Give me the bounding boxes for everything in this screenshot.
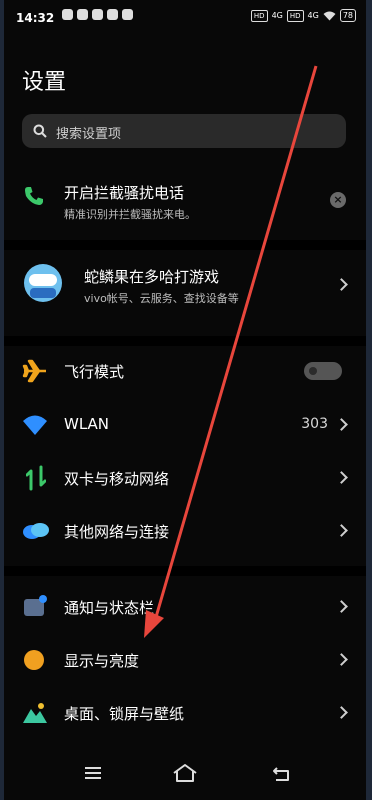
wlan-label: WLAN — [64, 415, 110, 433]
notifications-label: 通知与状态栏 — [64, 599, 155, 617]
chevron-right-icon — [335, 278, 348, 291]
back-icon[interactable] — [272, 766, 290, 782]
notification-bar-icon — [24, 595, 47, 616]
airplane-mode-row[interactable]: 飞行模式 — [4, 356, 366, 386]
battery-level: 78 — [339, 9, 356, 22]
notification-icon — [122, 9, 133, 20]
search-icon — [33, 124, 47, 138]
display-row[interactable]: 显示与亮度 — [4, 645, 366, 675]
wallpaper-label: 桌面、锁屏与壁纸 — [64, 705, 185, 723]
wlan-row[interactable]: WLAN 303 — [4, 410, 366, 440]
avatar-cloud — [29, 274, 57, 286]
phone-icon — [25, 187, 43, 205]
wallpaper-icon — [23, 703, 47, 723]
close-icon[interactable]: × — [330, 192, 346, 208]
notification-icon — [77, 9, 88, 20]
page-title: 设置 — [22, 70, 67, 95]
hd-badge: HD — [250, 9, 268, 22]
display-label: 显示与亮度 — [64, 652, 140, 670]
section-divider — [4, 240, 366, 250]
signal-4g-label: 4G — [271, 11, 283, 20]
promo-title: 开启拦截骚扰电话 — [64, 184, 185, 202]
navigation-bar — [4, 748, 366, 800]
mobile-data-icon — [26, 465, 46, 491]
dual-sim-row[interactable]: 双卡与移动网络 — [4, 463, 366, 493]
account-row[interactable]: 蛇鳞果在多哈打游戏 vivo帐号、云服务、查找设备等 — [4, 260, 366, 314]
other-network-label: 其他网络与连接 — [64, 523, 170, 541]
other-network-row[interactable]: 其他网络与连接 — [4, 516, 366, 546]
wifi-status-icon — [323, 11, 336, 20]
status-time: 14:32 — [16, 11, 55, 25]
hd-badge: HD — [286, 9, 304, 22]
airplane-mode-toggle[interactable] — [304, 362, 342, 380]
notification-icon — [62, 9, 73, 20]
notification-icon — [107, 9, 118, 20]
signal-4g-label: 4G — [307, 11, 319, 20]
home-icon[interactable] — [172, 763, 198, 783]
notification-icon — [92, 9, 103, 20]
chevron-right-icon — [335, 524, 348, 537]
airplane-mode-label: 飞行模式 — [64, 363, 125, 381]
chevron-right-icon — [335, 471, 348, 484]
chevron-right-icon — [335, 600, 348, 613]
brightness-icon — [24, 650, 44, 670]
connections-icon — [23, 523, 49, 539]
section-divider — [4, 566, 366, 576]
chevron-right-icon — [335, 418, 348, 431]
wallpaper-row[interactable]: 桌面、锁屏与壁纸 — [4, 698, 366, 728]
dual-sim-label: 双卡与移动网络 — [64, 470, 170, 488]
wifi-icon — [23, 415, 47, 435]
phone-screen: 14:32 HD 4G HD 4G 78 设置 搜索设置项 开启拦截骚扰电话 精… — [4, 0, 366, 800]
menu-icon[interactable] — [84, 766, 102, 780]
notifications-row[interactable]: 通知与状态栏 — [4, 592, 366, 622]
search-placeholder: 搜索设置项 — [56, 127, 122, 142]
avatar-base — [30, 288, 56, 298]
section-divider — [4, 336, 366, 346]
screenshot-frame: 14:32 HD 4G HD 4G 78 设置 搜索设置项 开启拦截骚扰电话 精… — [0, 0, 372, 800]
search-bar[interactable]: 搜索设置项 — [22, 114, 346, 148]
chevron-right-icon — [335, 653, 348, 666]
account-name: 蛇鳞果在多哈打游戏 — [84, 268, 220, 286]
promo-subtitle: 精准识别并拦截骚扰来电。 — [64, 208, 196, 221]
avatar — [24, 264, 62, 302]
spam-call-promo[interactable]: 开启拦截骚扰电话 精准识别并拦截骚扰来电。 × — [4, 178, 366, 230]
wlan-value: 303 — [301, 416, 328, 432]
airplane-icon — [22, 359, 46, 383]
account-subtitle: vivo帐号、云服务、查找设备等 — [84, 292, 239, 305]
status-bar: 14:32 HD 4G HD 4G 78 — [4, 0, 366, 38]
notification-icons — [62, 9, 133, 20]
toggle-knob — [309, 367, 317, 375]
status-right: HD 4G HD 4G 78 — [250, 9, 356, 22]
chevron-right-icon — [335, 706, 348, 719]
